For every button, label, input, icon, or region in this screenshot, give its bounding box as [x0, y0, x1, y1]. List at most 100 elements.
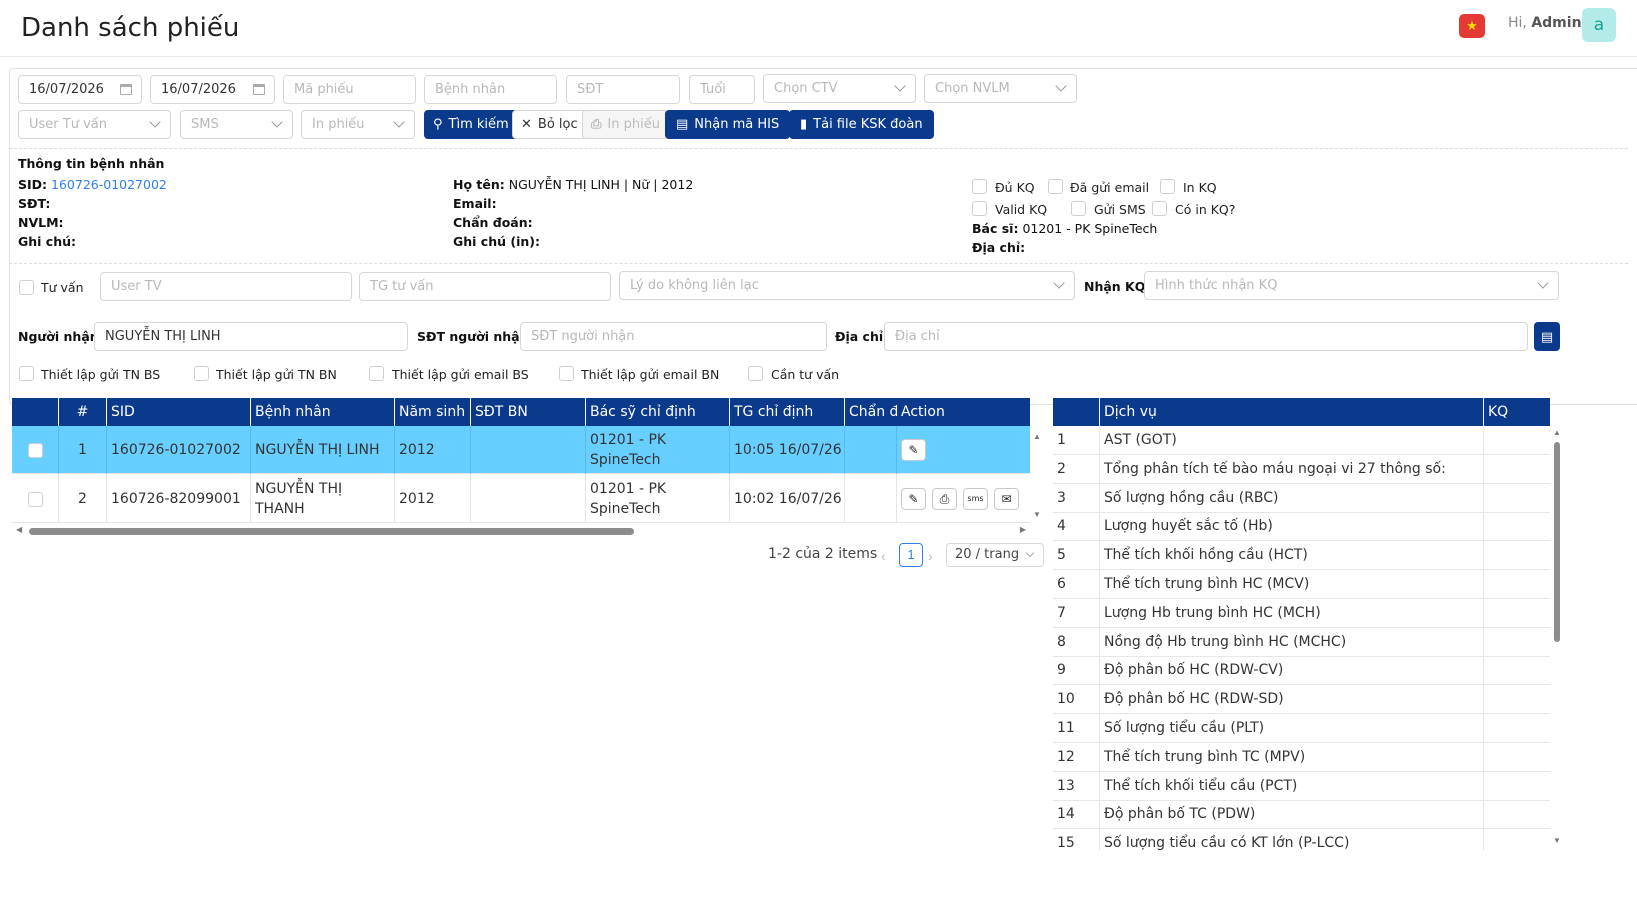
nguoi-nhan-input[interactable]: NGUYỄN THỊ LINH — [94, 322, 408, 351]
sid-link[interactable]: 160726-01027002 — [51, 177, 167, 192]
in-phieu-select[interactable]: In phiếu — [301, 110, 415, 139]
edit-icon[interactable]: ✎ — [901, 488, 926, 510]
chevron-left-icon[interactable]: ‹ — [881, 548, 886, 564]
clear-filter-button[interactable]: ✕ Bỏ lọc — [512, 110, 587, 139]
service-no: 13 — [1053, 771, 1100, 800]
sms-select[interactable]: SMS — [180, 110, 293, 139]
service-no: 15 — [1053, 829, 1100, 850]
page-size-select[interactable]: 20 / trang — [946, 543, 1044, 567]
vietnam-flag-icon[interactable]: ★ — [1459, 14, 1485, 38]
printer-icon[interactable]: ⎙ — [932, 488, 957, 510]
column-header-patient[interactable]: Bệnh nhân — [251, 398, 395, 426]
print-button-label: In phiếu — [607, 117, 660, 132]
co-in-kq-checkbox[interactable] — [1152, 201, 1167, 216]
nvlm-select[interactable]: Chọn NVLM — [924, 74, 1077, 103]
sdt-input[interactable]: SĐT — [566, 75, 680, 104]
column-header-select — [12, 398, 59, 426]
row-diagnosis — [845, 475, 897, 523]
in-kq-checkbox[interactable] — [1160, 179, 1175, 194]
column-header-year[interactable]: Năm sinh — [395, 398, 471, 426]
table-row[interactable]: 1 160726-01027002 NGUYỄN THỊ LINH 2012 0… — [12, 426, 1030, 474]
sid-row: SID: 160726-01027002 — [18, 177, 167, 192]
scroll-right-arrow[interactable]: ▶ — [1020, 525, 1026, 534]
his-code-button[interactable]: ▤ Nhận mã HIS — [665, 110, 791, 139]
service-no: 3 — [1053, 483, 1100, 512]
service-row[interactable]: 11 Số lượng tiểu cầu (PLT) — [1053, 714, 1550, 743]
table-row[interactable]: 2 160726-82099001 NGUYỄN THỊ THANH 2012 … — [12, 475, 1030, 523]
column-header-sid[interactable]: SID — [107, 398, 251, 426]
service-row[interactable]: 15 Số lượng tiểu cầu có KT lớn (P-LCC) — [1053, 829, 1550, 850]
service-row[interactable]: 8 Nồng độ Hb trung bình HC (MCHC) — [1053, 627, 1550, 657]
tu-van-checkbox[interactable] — [19, 280, 34, 295]
ksk-file-label: Tải file KSK đoàn — [813, 117, 923, 132]
setting-checkbox-can-tu-van[interactable] — [748, 366, 763, 381]
setting-checkbox-email-bn[interactable] — [559, 366, 574, 381]
service-name: Độ phân bố HC (RDW-SD) — [1100, 685, 1484, 714]
service-row[interactable]: 6 Thể tích trung bình HC (MCV) — [1053, 570, 1550, 599]
scroll-left-arrow[interactable]: ◀ — [16, 525, 22, 534]
service-column-result: KQ — [1488, 404, 1509, 420]
avatar[interactable]: a — [1582, 8, 1616, 42]
scrollbar-thumb[interactable] — [29, 528, 634, 535]
service-row[interactable]: 9 Độ phân bố HC (RDW-CV) — [1053, 656, 1550, 686]
du-kq-checkbox[interactable] — [972, 179, 987, 194]
sdt-nguoi-nhan-input[interactable]: SĐT người nhận — [520, 322, 827, 351]
hinh-thuc-select[interactable]: Hình thức nhận KQ — [1144, 271, 1559, 300]
nguoi-nhan-label: Người nhận: — [18, 329, 104, 344]
scroll-up-arrow[interactable]: ▲ — [1033, 432, 1041, 441]
edit-icon[interactable]: ✎ — [901, 439, 926, 461]
service-result — [1484, 570, 1550, 598]
gui-sms-checkbox[interactable] — [1071, 201, 1086, 216]
nvlm-label-text: NVLM: — [18, 215, 64, 230]
service-row[interactable]: 10 Độ phân bố HC (RDW-SD) — [1053, 685, 1550, 715]
valid-kq-checkbox[interactable] — [972, 201, 987, 216]
ctv-select[interactable]: Chọn CTV — [763, 74, 916, 103]
user-name[interactable]: Admin — [1531, 15, 1581, 31]
ksk-file-button[interactable]: ▮ Tải file KSK đoàn — [789, 110, 934, 139]
setting-checkbox-tn-bs[interactable] — [19, 366, 34, 381]
sms-icon[interactable]: sms — [963, 488, 988, 510]
column-header-phone[interactable]: SĐT BN — [471, 398, 586, 426]
email-icon[interactable]: ✉ — [994, 488, 1019, 510]
scrollbar-thumb[interactable] — [1554, 442, 1560, 642]
setting-checkbox-tn-bn[interactable] — [194, 366, 209, 381]
search-button[interactable]: ⚲ Tìm kiếm — [424, 110, 518, 139]
scroll-up-arrow[interactable]: ▲ — [1553, 428, 1561, 437]
service-row[interactable]: 14 Độ phân bố TC (PDW) — [1053, 800, 1550, 830]
column-header-time[interactable]: TG chỉ định — [730, 398, 845, 426]
horizontal-scrollbar[interactable]: ◀ ▶ — [12, 525, 1030, 537]
column-header-doctor[interactable]: Bác sỹ chỉ định — [586, 398, 730, 426]
benh-nhan-input[interactable]: Bệnh nhân — [424, 75, 557, 104]
service-row[interactable]: 2 Tổng phân tích tế bào máu ngoại vi 27 t… — [1053, 454, 1550, 484]
service-row[interactable]: 7 Lượng Hb trung bình HC (MCH) — [1053, 598, 1550, 628]
service-scrollbar[interactable]: ▲ ▼ — [1553, 428, 1561, 850]
from-date-input[interactable]: 16/07/2026 — [18, 75, 142, 104]
user-tv-input[interactable]: User TV — [100, 272, 352, 301]
da-gui-email-checkbox[interactable] — [1048, 179, 1063, 194]
save-icon[interactable]: ▤ — [1534, 322, 1560, 351]
dia-chi-input[interactable]: Địa chỉ — [884, 322, 1528, 351]
to-date-input[interactable]: 16/07/2026 — [150, 75, 275, 104]
row-checkbox[interactable] — [27, 442, 43, 458]
service-name: Lượng Hb trung bình HC (MCH) — [1100, 598, 1484, 627]
chevron-right-icon[interactable]: › — [928, 548, 933, 564]
ma-phieu-input[interactable]: Mã phiếu — [283, 75, 416, 104]
page-button[interactable]: 1 — [899, 543, 923, 567]
setting-checkbox-email-bs[interactable] — [369, 366, 384, 381]
print-button[interactable]: ⎙ In phiếu — [582, 110, 669, 139]
service-row[interactable]: 3 Số lượng hồng cầu (RBC) — [1053, 483, 1550, 513]
service-row[interactable]: 4 Lượng huyết sắc tố (Hb) — [1053, 512, 1550, 542]
ly-do-select[interactable]: Lý do không liên lạc — [619, 271, 1075, 300]
hoten-label: Họ tên: — [453, 177, 505, 192]
tg-tu-van-input[interactable]: TG tư vấn — [359, 272, 611, 301]
service-row[interactable]: 12 Thể tích trung bình TC (MPV) — [1053, 742, 1550, 772]
tuoi-input[interactable]: Tuổi — [689, 75, 755, 104]
service-row[interactable]: 5 Thể tích khối hồng cầu (HCT) — [1053, 541, 1550, 571]
service-row[interactable]: 13 Thể tích khối tiểu cầu (PCT) — [1053, 771, 1550, 801]
column-header-diagnosis[interactable]: Chẩn đoán — [845, 398, 897, 426]
row-checkbox[interactable] — [27, 491, 43, 507]
user-tu-van-select[interactable]: User Tư vấn — [18, 110, 171, 139]
scroll-down-arrow[interactable]: ▼ — [1553, 836, 1561, 845]
scroll-down-arrow[interactable]: ▼ — [1033, 510, 1041, 519]
service-row[interactable]: 1 AST (GOT) — [1053, 426, 1550, 455]
